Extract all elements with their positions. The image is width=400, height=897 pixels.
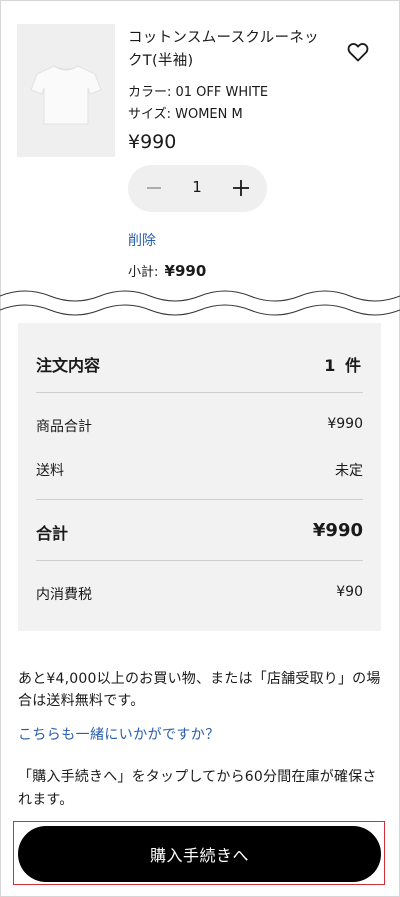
product-color: カラー: 01 OFF WHITE	[128, 85, 269, 100]
product-size: サイズ: WOMEN M	[128, 107, 243, 122]
divider	[36, 392, 363, 393]
shipping-label: 送料	[36, 463, 64, 479]
tax-value: ¥90	[336, 584, 363, 600]
total-row: 合計 ¥990	[36, 520, 363, 544]
summary-title: 注文内容	[36, 356, 101, 375]
total-value: ¥990	[312, 520, 363, 541]
shipping-row: 送料 未定	[36, 460, 363, 480]
order-summary: 注文内容 1 件 商品合計 ¥990 送料 未定 合計 ¥990 内消費税 ¥9…	[18, 323, 381, 631]
subtotal-label: 小計:	[128, 265, 159, 280]
stock-reservation-note: 「購入手続きへ」をタップしてから60分間在庫が確保されます。	[18, 769, 377, 808]
tax-label: 内消費税	[36, 587, 92, 603]
quantity-value: 1	[192, 178, 202, 196]
suggestions-link[interactable]: こちらも一緒にいかがですか？	[18, 724, 220, 744]
subtotal: 小計: ¥990	[128, 261, 206, 280]
item-count: 1 件	[324, 356, 363, 375]
divider	[36, 499, 363, 500]
delete-link[interactable]: 削除	[128, 230, 156, 250]
goods-total-row: 商品合計 ¥990	[36, 416, 363, 436]
goods-total-label: 商品合計	[36, 419, 92, 435]
wave-divider	[0, 290, 400, 316]
shipping-value: 未定	[335, 463, 363, 479]
subtotal-value: ¥990	[164, 262, 207, 280]
product-image[interactable]	[17, 24, 115, 157]
summary-header: 注文内容 1 件	[36, 352, 363, 376]
heart-icon[interactable]	[346, 40, 370, 64]
free-shipping-note: あと¥4,000以上のお買い物、または「店舗受取り」の場合は送料無料です。	[18, 671, 381, 709]
plus-icon[interactable]	[230, 177, 252, 199]
checkout-button[interactable]: 購入手続きへ	[18, 826, 381, 882]
divider	[36, 560, 363, 561]
product-name[interactable]: コットンスムースクルーネックT(半袖)	[128, 27, 328, 73]
tax-row: 内消費税 ¥90	[36, 584, 363, 604]
total-label: 合計	[36, 524, 69, 543]
minus-icon[interactable]	[144, 177, 164, 199]
goods-total-value: ¥990	[327, 416, 363, 432]
quantity-stepper: 1	[128, 165, 267, 212]
product-price: ¥990	[128, 131, 177, 153]
